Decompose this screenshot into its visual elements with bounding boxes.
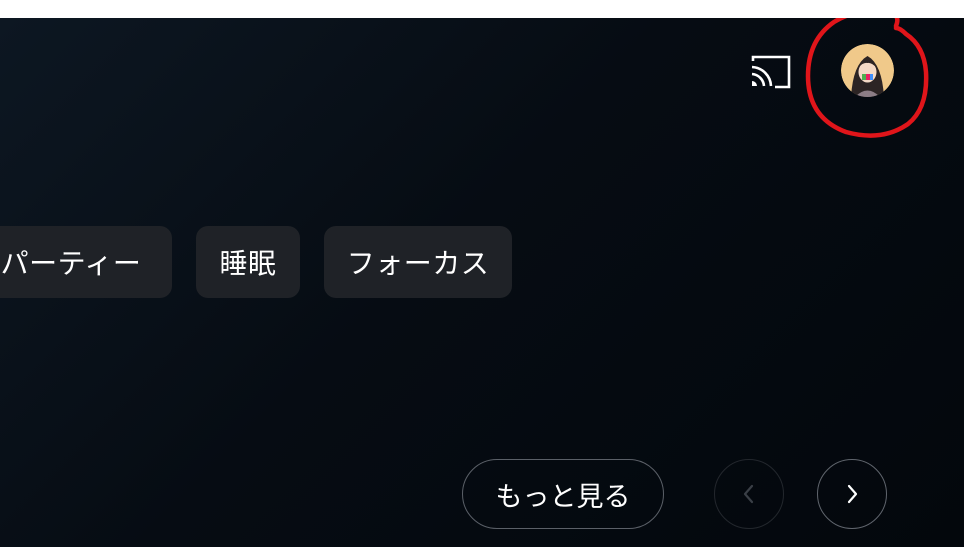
- cast-button[interactable]: [748, 54, 792, 90]
- see-more-label: もっと見る: [495, 481, 631, 513]
- see-more-button[interactable]: もっと見る: [462, 459, 664, 529]
- previous-button[interactable]: [714, 459, 784, 529]
- chevron-right-icon: [847, 484, 858, 504]
- chip-focus[interactable]: フォーカス: [324, 226, 512, 298]
- chip-sleep[interactable]: 睡眠: [196, 226, 300, 298]
- chip-sleep-label: 睡眠: [219, 247, 277, 280]
- avatar-button[interactable]: [841, 44, 894, 97]
- avatar-image: [841, 44, 894, 97]
- chevron-left-icon: [743, 484, 754, 504]
- top-bar: [0, 0, 964, 18]
- chip-party-label: パーティー: [0, 247, 142, 280]
- chip-party[interactable]: パーティー: [0, 226, 172, 298]
- chip-focus-label: フォーカス: [346, 247, 490, 280]
- music-panel: パーティー 睡眠 フォーカス もっと見る: [0, 18, 964, 547]
- cast-icon: [751, 55, 791, 89]
- next-button[interactable]: [817, 459, 887, 529]
